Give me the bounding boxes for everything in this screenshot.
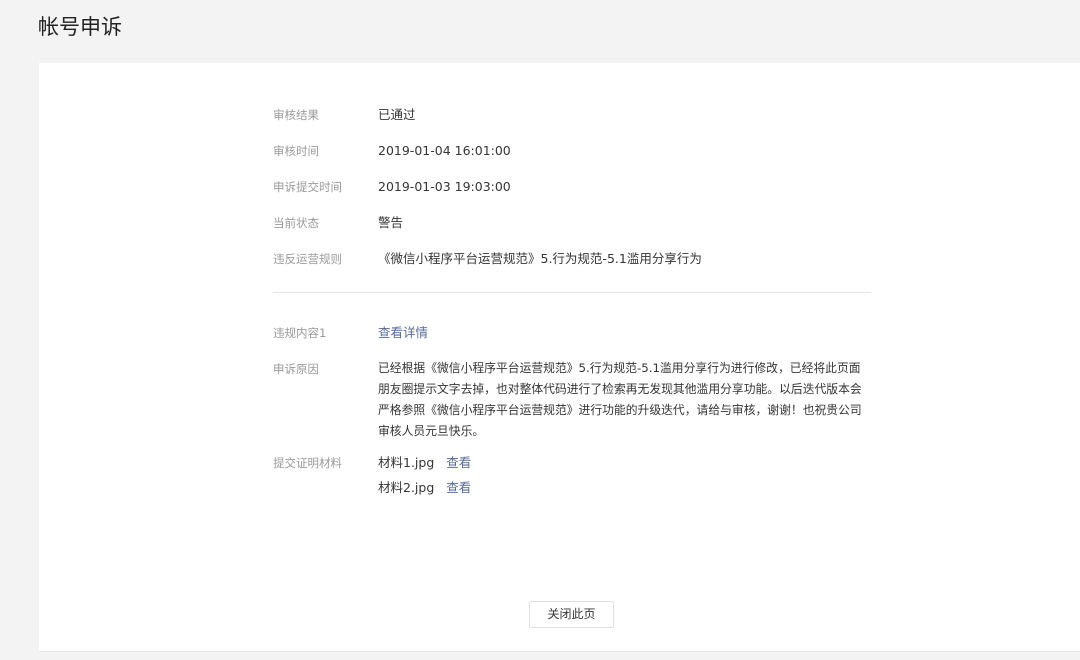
submit-time-label: 申诉提交时间 bbox=[273, 180, 342, 194]
view-details-link[interactable]: 查看详情 bbox=[378, 325, 428, 340]
current-status-label: 当前状态 bbox=[273, 216, 319, 230]
row-current-status: 当前状态 警告 bbox=[273, 212, 871, 234]
materials-label: 提交证明材料 bbox=[273, 456, 342, 470]
material-view-link[interactable]: 查看 bbox=[446, 452, 471, 474]
submit-time-value: 2019-01-03 19:03:00 bbox=[378, 179, 511, 194]
materials-list: 材料1.jpg 查看 材料2.jpg 查看 bbox=[378, 452, 871, 499]
row-review-time: 审核时间 2019-01-04 16:01:00 bbox=[273, 140, 871, 162]
section-divider bbox=[273, 292, 871, 293]
review-result-label: 审核结果 bbox=[273, 108, 319, 122]
row-violated-rule: 违反运营规则 《微信小程序平台运营规范》5.行为规范-5.1滥用分享行为 bbox=[273, 248, 871, 270]
row-review-result: 审核结果 已通过 bbox=[273, 104, 871, 126]
material-item: 材料1.jpg 查看 bbox=[378, 452, 871, 474]
violation-content-label: 违规内容1 bbox=[273, 326, 327, 340]
current-status-value: 警告 bbox=[378, 215, 404, 230]
material-file-name: 材料1.jpg bbox=[378, 455, 435, 470]
review-time-value: 2019-01-04 16:01:00 bbox=[378, 143, 511, 158]
material-item: 材料2.jpg 查看 bbox=[378, 477, 871, 499]
page-title: 帐号申诉 bbox=[38, 15, 122, 39]
row-materials: 提交证明材料 材料1.jpg 查看 材料2.jpg 查看 bbox=[273, 452, 871, 499]
row-submit-time: 申诉提交时间 2019-01-03 19:03:00 bbox=[273, 176, 871, 198]
material-file-name: 材料2.jpg bbox=[378, 480, 435, 495]
violated-rule-link[interactable]: 《微信小程序平台运营规范》5.行为规范-5.1滥用分享行为 bbox=[378, 248, 871, 270]
review-time-label: 审核时间 bbox=[273, 144, 319, 158]
appeal-card: 审核结果 已通过 审核时间 2019-01-04 16:01:00 申诉提交时间… bbox=[39, 63, 1080, 652]
row-appeal-reason: 申诉原因 已经根据《微信小程序平台运营规范》5.行为规范-5.1滥用分享行为进行… bbox=[273, 358, 871, 442]
appeal-reason-text: 已经根据《微信小程序平台运营规范》5.行为规范-5.1滥用分享行为进行修改，已经… bbox=[378, 361, 862, 438]
close-page-button[interactable]: 关闭此页 bbox=[529, 601, 614, 628]
appeal-reason-label: 申诉原因 bbox=[273, 362, 319, 376]
violated-rule-label: 违反运营规则 bbox=[273, 252, 342, 266]
material-view-link[interactable]: 查看 bbox=[446, 477, 471, 499]
review-result-value: 已通过 bbox=[378, 107, 416, 122]
row-violation-content: 违规内容1 查看详情 bbox=[273, 322, 871, 344]
